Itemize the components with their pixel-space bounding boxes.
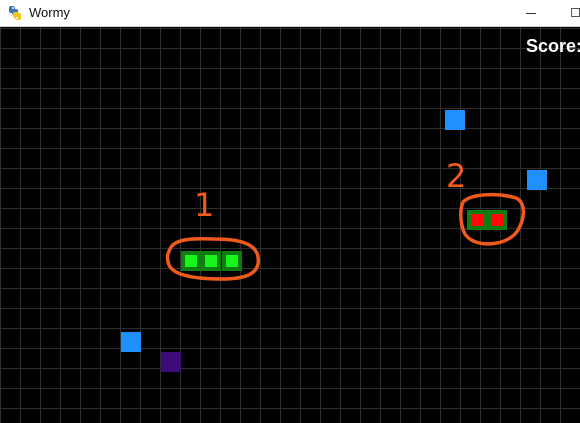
minimize-button[interactable]: [516, 0, 546, 26]
worm-1-segment: [201, 251, 221, 271]
score-label: Score:: [526, 36, 580, 56]
blue-square-top: [445, 110, 465, 130]
maximize-button[interactable]: [563, 0, 580, 26]
worm-2-segment: [487, 210, 507, 230]
python-icon: [9, 6, 21, 20]
worm-1-segment: [181, 251, 201, 271]
purple-square: [161, 352, 181, 372]
blue-square-bottom-left: [121, 332, 141, 352]
worm-1-segment: [222, 251, 242, 271]
worm-2-annotation-label: 2: [446, 157, 466, 195]
worm-2-segment: [467, 210, 487, 230]
blue-square-right: [527, 170, 547, 190]
window-title: Wormy: [29, 5, 70, 20]
title-bar: Wormy: [0, 0, 580, 27]
game-board[interactable]: Score: 1 2: [0, 27, 580, 423]
wormy-window: Wormy Score: 1 2: [0, 0, 580, 423]
worm-1-annotation-label: 1: [194, 186, 214, 224]
